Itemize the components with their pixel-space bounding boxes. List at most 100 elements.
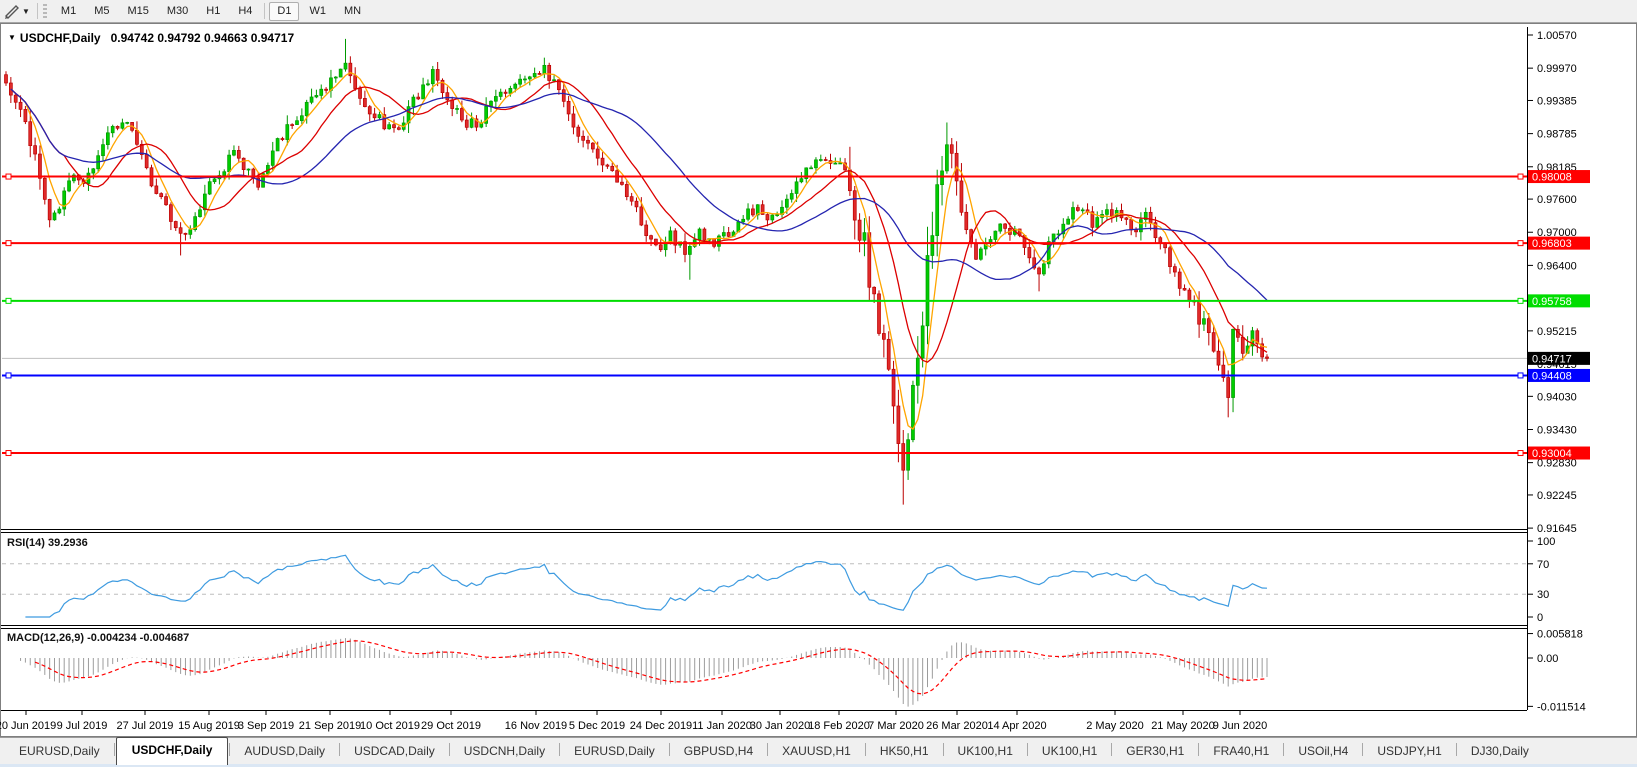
tab-uk100-h1[interactable]: UK100,H1 bbox=[1029, 739, 1110, 764]
tab-usoil-h4[interactable]: USOil,H4 bbox=[1285, 739, 1361, 764]
chart-tabs: EURUSD,Daily USDCHF,Daily AUDUSD,Daily USDC… bbox=[0, 737, 1637, 765]
rsi-tick-label: 100 bbox=[1537, 536, 1555, 548]
symbol-menu-icon[interactable]: ▼ bbox=[8, 33, 16, 42]
tab-separator bbox=[942, 743, 944, 756]
period-button-w1[interactable]: W1 bbox=[301, 2, 334, 21]
date-tick-label: 26 Mar 2020 bbox=[926, 720, 988, 732]
chart-window-frame bbox=[0, 23, 1637, 737]
period-button-mn[interactable]: MN bbox=[336, 2, 369, 21]
current-price-label-text: 0.94717 bbox=[1532, 353, 1572, 365]
toolbar-grip[interactable] bbox=[42, 3, 47, 19]
period-button-m15[interactable]: M15 bbox=[119, 2, 156, 21]
price-label-0.98008-text: 0.98008 bbox=[1532, 172, 1572, 184]
price-tick-label: 1.00570 bbox=[1537, 30, 1577, 42]
price-label-0.95758-text: 0.95758 bbox=[1532, 296, 1572, 308]
tab-separator bbox=[448, 743, 450, 756]
price-tick-label: 0.98785 bbox=[1537, 129, 1577, 141]
tab-hk50-h1[interactable]: HK50,H1 bbox=[867, 739, 942, 764]
period-buttons-group: M1 M5 M15 M30 H1 H4 D1 W1 MN bbox=[52, 1, 370, 21]
tab-ger30-h1[interactable]: GER30,H1 bbox=[1113, 739, 1197, 764]
period-button-m5[interactable]: M5 bbox=[86, 2, 117, 21]
tab-separator bbox=[559, 743, 561, 756]
hline-handle[interactable] bbox=[5, 240, 12, 247]
tab-audusd-daily[interactable]: AUDUSD,Daily bbox=[231, 739, 338, 764]
price-tick-label: 0.97600 bbox=[1537, 194, 1577, 206]
date-tick-label: 7 Mar 2020 bbox=[868, 720, 924, 732]
pen-tool-icon[interactable] bbox=[3, 3, 21, 19]
chart-canvas[interactable]: 1.005700.999700.993850.987850.981850.976… bbox=[0, 0, 1637, 766]
tab-gbpusd-h4[interactable]: GBPUSD,H4 bbox=[671, 739, 766, 764]
period-button-h4[interactable]: H4 bbox=[230, 2, 260, 21]
tab-dj30-daily[interactable]: DJ30,Daily bbox=[1458, 739, 1542, 764]
toolbar-separator bbox=[36, 3, 38, 19]
price-tick-label: 0.93430 bbox=[1537, 424, 1577, 436]
date-tick-label: 30 Jan 2020 bbox=[750, 720, 811, 732]
dropdown-caret-icon[interactable]: ▼ bbox=[22, 7, 30, 16]
hline-handle[interactable] bbox=[1517, 450, 1524, 457]
tab-eurusd-daily[interactable]: EURUSD,Daily bbox=[561, 739, 668, 764]
hline-handle[interactable] bbox=[5, 297, 12, 304]
timeframe-toolbar: ▼ M1 M5 M15 M30 H1 H4 D1 W1 MN bbox=[0, 0, 1637, 23]
hline-handle[interactable] bbox=[5, 173, 12, 180]
tab-separator bbox=[1362, 743, 1364, 756]
price-tick-label: 0.91645 bbox=[1537, 523, 1577, 535]
price-tick-label: 0.99970 bbox=[1537, 63, 1577, 75]
rsi-tick-label: 30 bbox=[1537, 589, 1549, 601]
hline-handle[interactable] bbox=[1517, 173, 1524, 180]
period-button-h1[interactable]: H1 bbox=[198, 2, 228, 21]
date-tick-label: 11 Jan 2020 bbox=[692, 720, 752, 732]
tab-xauusd-h1[interactable]: XAUUSD,H1 bbox=[769, 739, 864, 764]
hline-handle[interactable] bbox=[5, 450, 12, 457]
hline-handle[interactable] bbox=[5, 372, 12, 379]
chart-title-symbol: USDCHF,Daily bbox=[19, 31, 101, 45]
chart-tab-bar: EURUSD,Daily USDCHF,Daily AUDUSD,Daily USDC… bbox=[0, 737, 1637, 767]
date-tick-label: 15 Aug 2019 bbox=[178, 720, 240, 732]
hline-handle[interactable] bbox=[1517, 297, 1524, 304]
price-tick-label: 0.96400 bbox=[1537, 260, 1577, 272]
tab-separator bbox=[767, 743, 769, 756]
date-tick-label: 21 May 2020 bbox=[1151, 720, 1215, 732]
tab-separator bbox=[339, 743, 341, 756]
price-label-0.93004-text: 0.93004 bbox=[1532, 448, 1572, 460]
period-button-d1[interactable]: D1 bbox=[269, 1, 300, 21]
date-tick-label: 29 Oct 2019 bbox=[421, 720, 481, 732]
tab-separator bbox=[668, 743, 670, 756]
tab-usdcnh-daily[interactable]: USDCNH,Daily bbox=[451, 739, 558, 764]
date-tick-label: 9 Jun 2020 bbox=[1213, 720, 1267, 732]
date-tick-label: 10 Oct 2019 bbox=[360, 720, 420, 732]
chart-title: ▼ USDCHF,Daily 0.94742 0.94792 0.94663 0.9… bbox=[8, 31, 294, 45]
tab-usdcad-daily[interactable]: USDCAD,Daily bbox=[341, 739, 448, 764]
date-tick-label: 18 Feb 2020 bbox=[808, 720, 870, 732]
price-label-0.96803-text: 0.96803 bbox=[1532, 238, 1572, 250]
tab-eurusd-daily[interactable]: EURUSD,Daily bbox=[6, 739, 113, 764]
tab-separator bbox=[1026, 743, 1028, 756]
tab-separator bbox=[229, 743, 231, 756]
price-tick-label: 0.95215 bbox=[1537, 326, 1577, 338]
date-tick-label: 9 Jul 2019 bbox=[57, 720, 108, 732]
price-tick-label: 0.92245 bbox=[1537, 490, 1577, 502]
period-button-m1[interactable]: M1 bbox=[53, 2, 84, 21]
tab-usdchf-daily[interactable]: USDCHF,Daily bbox=[115, 737, 229, 765]
date-tick-label: 20 Jun 2019 bbox=[0, 720, 56, 732]
rsi-indicator-label: RSI(14) 39.2936 bbox=[7, 537, 88, 549]
macd-tick-label: 0.00 bbox=[1537, 653, 1558, 665]
date-tick-label: 21 Sep 2019 bbox=[299, 720, 361, 732]
hline-handle[interactable] bbox=[1517, 240, 1524, 247]
macd-tick-label: 0.005818 bbox=[1537, 629, 1583, 641]
period-button-m30[interactable]: M30 bbox=[159, 2, 196, 21]
rsi-tick-label: 70 bbox=[1537, 559, 1549, 571]
tab-separator bbox=[1455, 743, 1457, 756]
tab-uk100-h1[interactable]: UK100,H1 bbox=[945, 739, 1026, 764]
hline-handle[interactable] bbox=[1517, 372, 1524, 379]
date-tick-label: 5 Dec 2019 bbox=[569, 720, 625, 732]
chart-title-ohlc: 0.94742 0.94792 0.94663 0.94717 bbox=[110, 31, 295, 45]
date-tick-label: 16 Nov 2019 bbox=[505, 720, 567, 732]
date-tick-label: 14 Apr 2020 bbox=[987, 720, 1046, 732]
toolbar-separator bbox=[264, 3, 266, 19]
rsi-tick-label: 0 bbox=[1537, 612, 1543, 624]
price-label-0.94408-text: 0.94408 bbox=[1532, 370, 1572, 382]
tab-fra40-h1[interactable]: FRA40,H1 bbox=[1200, 739, 1282, 764]
macd-indicator-label: MACD(12,26,9) -0.004234 -0.004687 bbox=[7, 632, 190, 644]
tab-separator bbox=[1283, 743, 1285, 756]
tab-usdjpy-h1[interactable]: USDJPY,H1 bbox=[1364, 739, 1454, 764]
